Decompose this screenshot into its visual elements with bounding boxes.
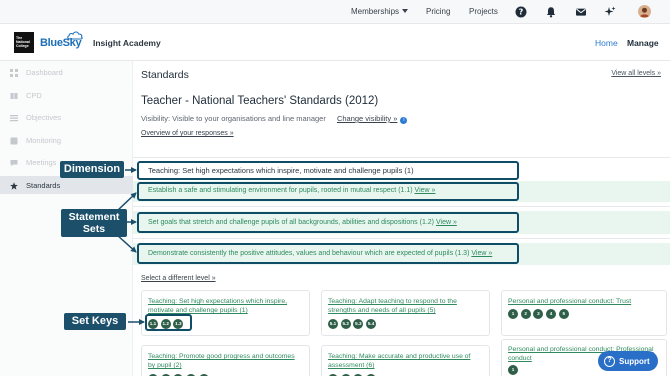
dimension-annotation: Dimension	[60, 161, 124, 178]
help-circle-icon: ?	[604, 355, 615, 367]
statement-sets-annotation: Statement Sets	[61, 209, 127, 237]
support-button[interactable]: ? Support	[598, 351, 658, 371]
set-keys-annotation: Set Keys	[64, 313, 126, 330]
annotation-line: Sets	[82, 223, 106, 235]
arrow	[116, 234, 137, 253]
annotation-line: Statement	[68, 211, 120, 223]
support-label: Support	[619, 356, 650, 366]
